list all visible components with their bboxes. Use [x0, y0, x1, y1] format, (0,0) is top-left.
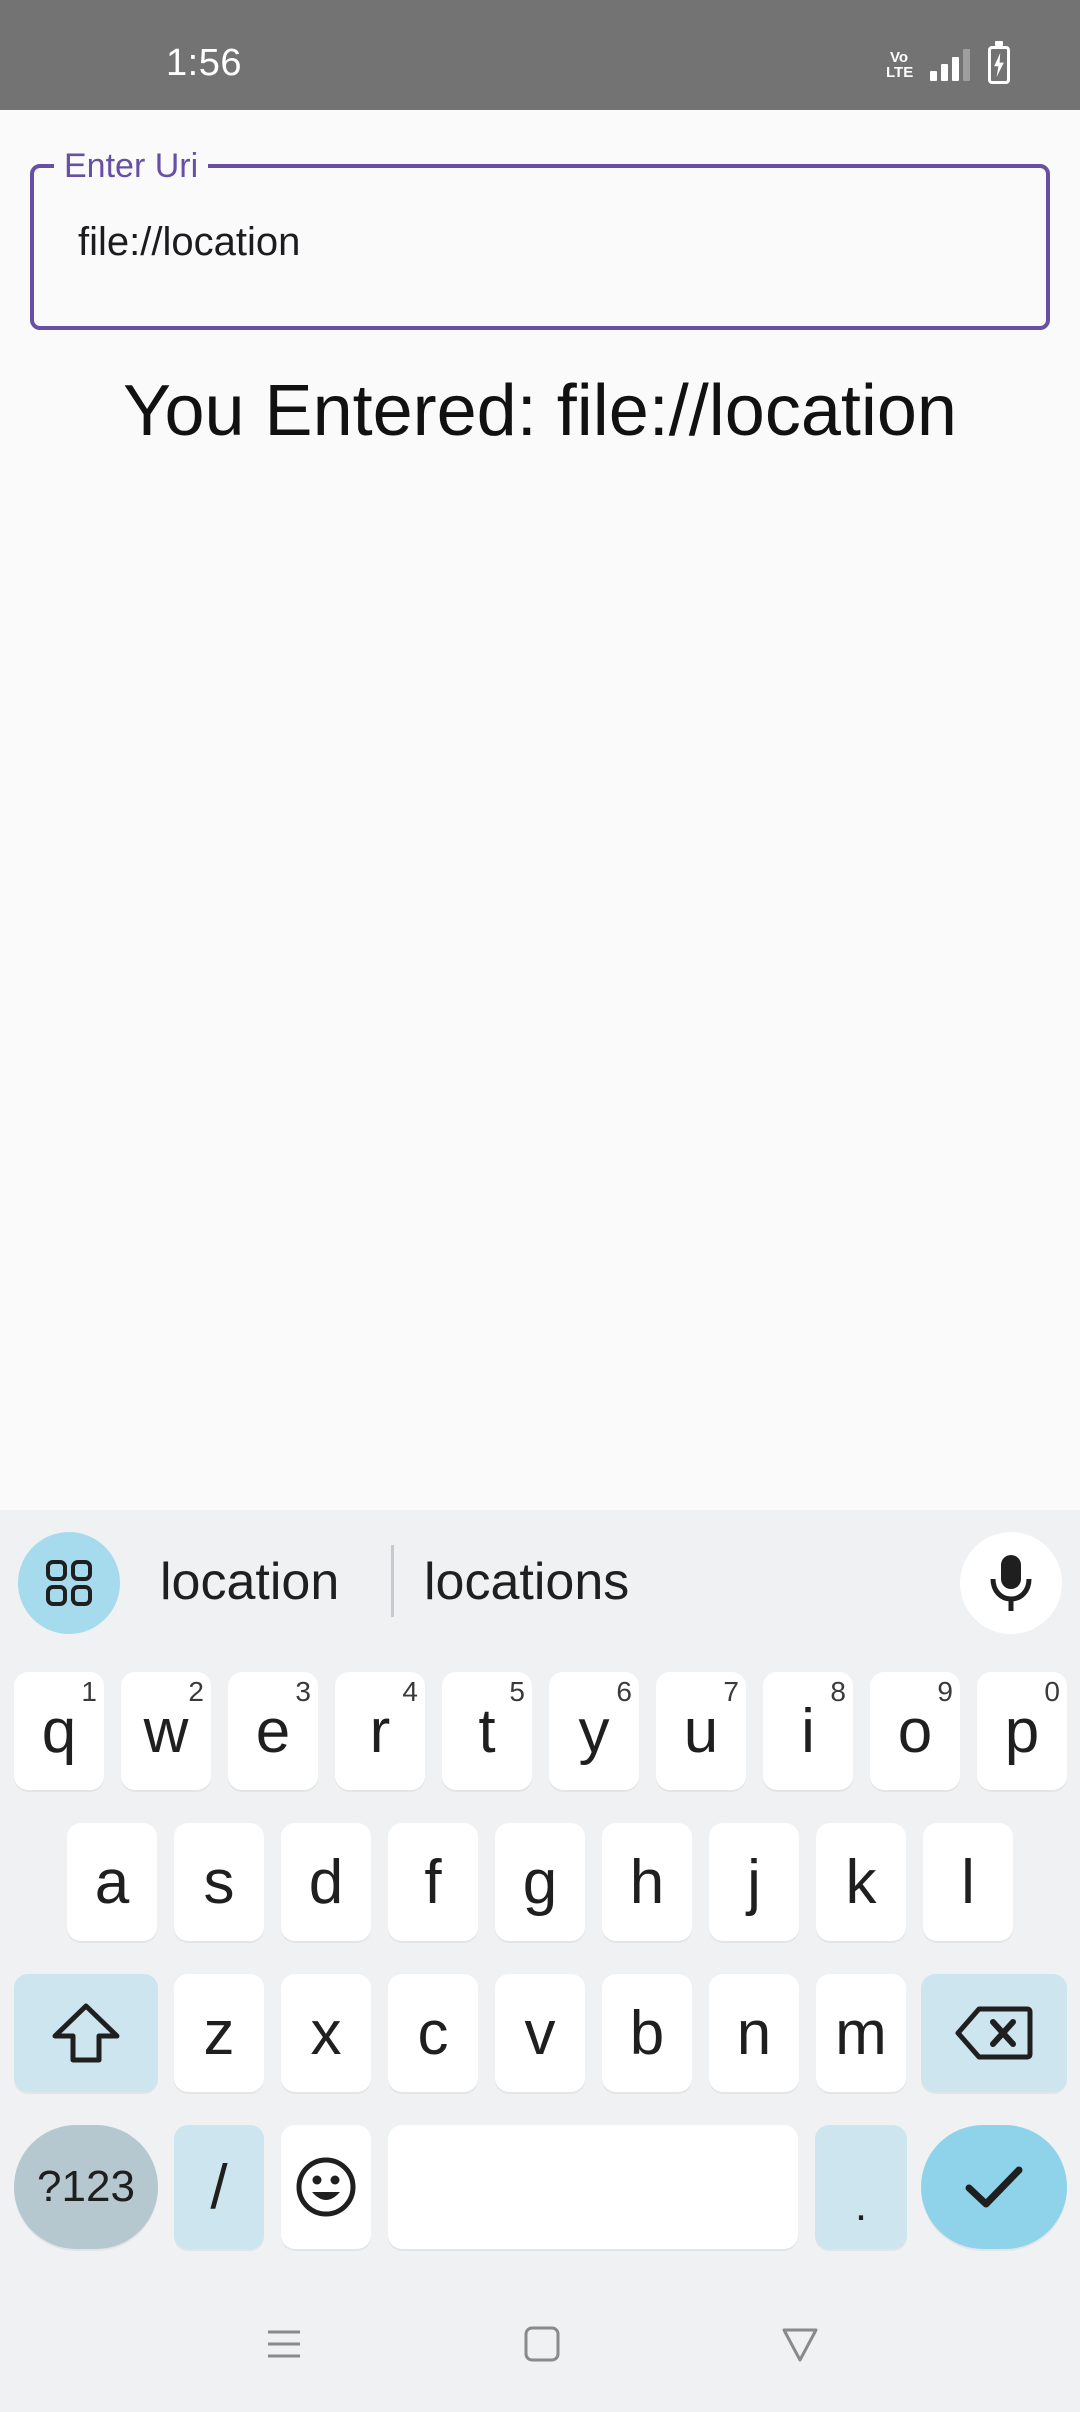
- key-i[interactable]: i8: [763, 1672, 853, 1790]
- uri-field-label: Enter Uri: [54, 146, 209, 186]
- checkmark-icon: [965, 2166, 1023, 2208]
- grid-apps-icon[interactable]: [18, 1532, 120, 1634]
- space-bar[interactable]: [388, 2125, 798, 2249]
- enter-key[interactable]: [921, 2125, 1067, 2249]
- suggestion-bar: location locations: [0, 1510, 1080, 1660]
- key-z[interactable]: z: [174, 1974, 264, 2092]
- key-k[interactable]: k: [816, 1823, 906, 1941]
- signal-icon: [930, 49, 970, 81]
- uri-input[interactable]: [78, 220, 978, 265]
- key-g[interactable]: g: [495, 1823, 585, 1941]
- key-b[interactable]: b: [602, 1974, 692, 2092]
- key-d[interactable]: d: [281, 1823, 371, 1941]
- period-key[interactable]: .: [815, 2125, 907, 2249]
- status-bar: 1:56 Vo LTE: [0, 0, 1080, 110]
- slash-key[interactable]: /: [174, 2125, 264, 2249]
- status-time: 1:56: [166, 42, 242, 84]
- backspace-key[interactable]: [921, 1974, 1067, 2092]
- key-t[interactable]: t5: [442, 1672, 532, 1790]
- soft-keyboard: location locations q1 w2 e3 r4 t5 y6 u7 …: [0, 1510, 1080, 2412]
- key-r[interactable]: r4: [335, 1672, 425, 1790]
- entered-text: You Entered: file://location: [123, 371, 957, 451]
- key-j[interactable]: j: [709, 1823, 799, 1941]
- emoji-key[interactable]: [281, 2125, 371, 2249]
- key-s[interactable]: s: [174, 1823, 264, 1941]
- suggestion-1[interactable]: location: [160, 1552, 339, 1612]
- key-v[interactable]: v: [495, 1974, 585, 2092]
- suggestion-divider: [391, 1545, 394, 1617]
- key-p[interactable]: p0: [977, 1672, 1067, 1790]
- uri-text-field[interactable]: Enter Uri: [30, 146, 1050, 330]
- triangle-back-icon[interactable]: [780, 2324, 820, 2364]
- key-y[interactable]: y6: [549, 1672, 639, 1790]
- volte-icon: Vo LTE: [886, 49, 914, 81]
- key-u[interactable]: u7: [656, 1672, 746, 1790]
- key-m[interactable]: m: [816, 1974, 906, 2092]
- square-home-icon[interactable]: [522, 2324, 562, 2364]
- symbols-key[interactable]: ?123: [14, 2125, 158, 2249]
- key-o[interactable]: o9: [870, 1672, 960, 1790]
- shift-key[interactable]: [14, 1974, 158, 2092]
- key-f[interactable]: f: [388, 1823, 478, 1941]
- shift-arrow-icon: [52, 2003, 120, 2063]
- key-h[interactable]: h: [602, 1823, 692, 1941]
- emoji-smiley-icon: [296, 2157, 356, 2217]
- navigation-bar: [0, 2290, 1080, 2412]
- key-x[interactable]: x: [281, 1974, 371, 2092]
- menu-lines-icon[interactable]: [264, 2324, 304, 2364]
- key-e[interactable]: e3: [228, 1672, 318, 1790]
- key-a[interactable]: a: [67, 1823, 157, 1941]
- backspace-icon: [955, 2006, 1033, 2060]
- key-l[interactable]: l: [923, 1823, 1013, 1941]
- suggestion-2[interactable]: locations: [424, 1552, 629, 1612]
- microphone-icon[interactable]: [960, 1532, 1062, 1634]
- key-w[interactable]: w2: [121, 1672, 211, 1790]
- key-q[interactable]: q1: [14, 1672, 104, 1790]
- key-c[interactable]: c: [388, 1974, 478, 2092]
- status-icons: Vo LTE: [886, 41, 1010, 84]
- battery-charging-icon: [988, 41, 1010, 84]
- key-n[interactable]: n: [709, 1974, 799, 2092]
